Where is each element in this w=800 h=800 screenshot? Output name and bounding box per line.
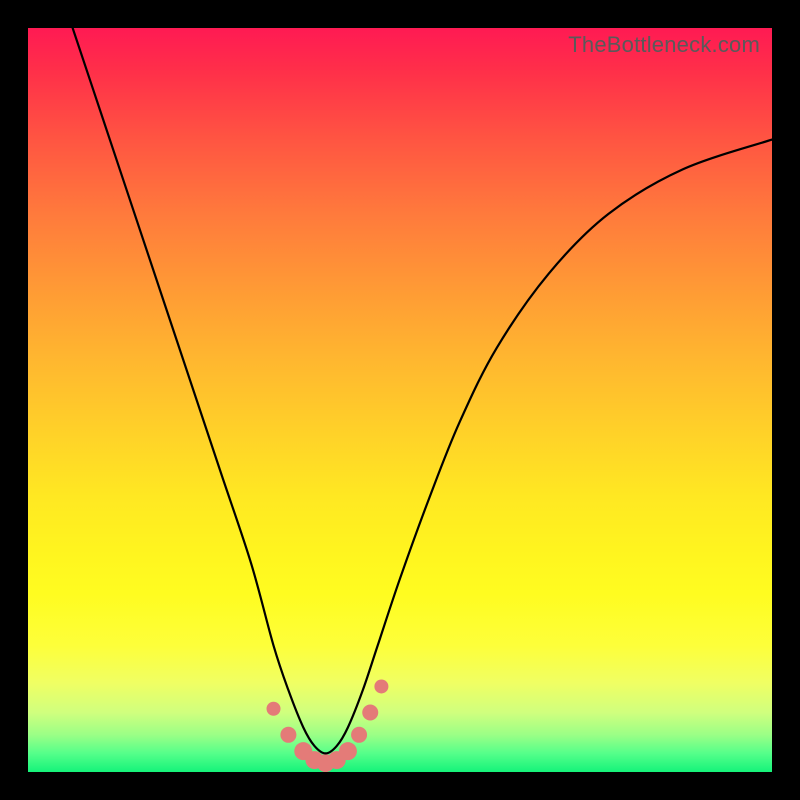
highlight-marker [362, 704, 378, 720]
highlight-marker [374, 679, 388, 693]
highlight-marker [267, 702, 281, 716]
plot-area: TheBottleneck.com [28, 28, 772, 772]
marker-group [267, 679, 389, 772]
chart-svg [28, 28, 772, 772]
chart-frame: TheBottleneck.com [0, 0, 800, 800]
bottleneck-curve [73, 28, 772, 753]
highlight-marker [339, 742, 357, 760]
highlight-marker [351, 727, 367, 743]
highlight-marker [280, 727, 296, 743]
